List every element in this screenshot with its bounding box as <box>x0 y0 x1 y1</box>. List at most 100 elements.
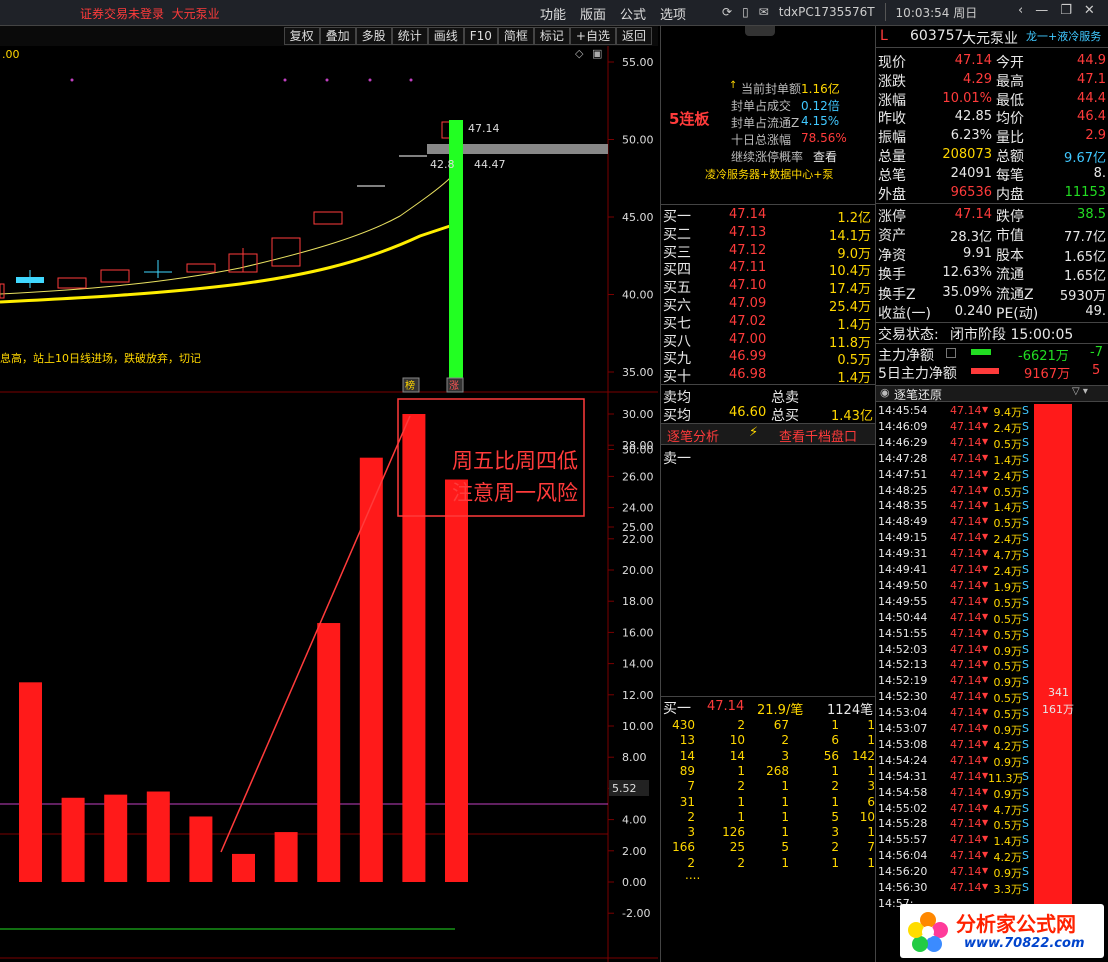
tick-side: S <box>1022 626 1029 640</box>
tick-price: 47.14 <box>950 404 982 417</box>
quote-label: 收益(一) <box>878 306 931 322</box>
restore-icon[interactable]: ❐ <box>1060 3 1072 18</box>
quote-value: 38.5 <box>1077 207 1106 222</box>
tick-time: 14:52:30 <box>878 690 928 704</box>
bid-price: 47.11 <box>729 260 767 276</box>
tick-volume: 0.5万 <box>993 596 1023 610</box>
candle <box>57 277 87 289</box>
tick-price: 47.14 <box>950 594 982 608</box>
quote-value: 0.240 <box>954 304 992 319</box>
stock-code: 603757 <box>910 28 964 44</box>
tick-time: 14:55:02 <box>878 801 928 815</box>
menu-item[interactable]: 版面 <box>580 4 606 23</box>
logo-text: 分析家公式网 <box>956 912 1076 936</box>
tick-volume: 2.4万 <box>993 469 1023 483</box>
bid-volume: 1.4万 <box>837 317 871 333</box>
queue-cell: 1 <box>831 855 839 870</box>
sell-total-label: 总卖 <box>771 390 799 406</box>
quote-label: 昨收 <box>878 111 906 128</box>
bid-price: 47.09 <box>729 296 767 311</box>
bid-volume: 14.1万 <box>829 228 871 244</box>
quote-value: 47.14 <box>954 207 992 222</box>
price-tick: 35.00 <box>622 366 654 379</box>
queue-cell: 7 <box>867 840 875 855</box>
tick-price: 47.14 <box>950 690 982 704</box>
back-icon[interactable]: ‹ <box>1018 3 1023 18</box>
tick-time: 14:54:24 <box>878 753 928 767</box>
collapse-icon[interactable]: ◉ <box>880 386 890 399</box>
tick-price: 47.14 <box>950 419 982 433</box>
close-icon[interactable]: ✕ <box>1084 3 1095 18</box>
quote-value: 11153 <box>1064 184 1106 200</box>
quote-label: 量比 <box>996 130 1024 147</box>
quote-label: 跌停 <box>996 209 1024 225</box>
tick-price: 47.14 <box>950 435 982 449</box>
tick-volume: 9.4万 <box>993 406 1023 419</box>
bid-volume: 9.0万 <box>837 246 871 262</box>
buy-avg-price: 46.60 <box>729 405 767 420</box>
mail-icon[interactable]: ✉ <box>759 5 769 19</box>
quote-value: 4.29 <box>963 71 992 87</box>
bid-price: 47.13 <box>729 224 767 240</box>
bid-volume: 1.2亿 <box>837 211 871 226</box>
seal-value[interactable]: 查看 <box>813 148 837 165</box>
tick-price: 47.14 <box>950 833 982 847</box>
quote-value: 47.14 <box>954 53 992 68</box>
quote-label: 市值 <box>996 228 1024 245</box>
quote-value: 5930万 <box>1059 288 1106 304</box>
queue-cell: 6 <box>831 733 839 748</box>
quote-value: 46.4 <box>1077 109 1106 125</box>
queue-cell: 67 <box>773 718 789 732</box>
tick-side: S <box>1022 833 1029 847</box>
tick-time: 14:55:28 <box>878 817 928 831</box>
tick-time: 14:45:54 <box>878 404 928 417</box>
filter-icon[interactable]: ▽ ▾ <box>1072 386 1088 397</box>
flow2-bar <box>971 368 999 374</box>
tab-tick-analysis[interactable]: 逐笔分析 <box>667 426 719 445</box>
volume-bar <box>61 797 85 882</box>
tick-time: 14:56:04 <box>878 849 928 863</box>
tick-side: S <box>1022 610 1029 624</box>
clock: 10:03:54 周日 <box>895 5 978 20</box>
tick-price: 47.14 <box>950 626 982 640</box>
volume-bar <box>19 682 42 882</box>
queue-cell: 1 <box>737 794 745 809</box>
menu-item[interactable]: 选项 <box>660 4 686 23</box>
seal-label: 十日总涨幅 <box>731 133 792 147</box>
menu-icon[interactable] <box>946 348 956 358</box>
queue-cell: 2 <box>737 779 745 794</box>
tick-volume: 0.5万 <box>993 708 1023 722</box>
lightning-icon[interactable]: ⚡ <box>749 425 758 440</box>
bid-price: 47.12 <box>729 242 767 258</box>
quote-value: 9.91 <box>963 245 992 261</box>
phone-icon[interactable]: ▯ <box>742 5 749 19</box>
annotation-line2: 注意周一风险 <box>452 481 578 505</box>
quote-value: 6.23% <box>950 128 992 144</box>
tick-side: S <box>1022 499 1029 513</box>
settings-icon[interactable]: ▣ <box>592 47 602 60</box>
diamond-icon[interactable]: ◇ <box>575 47 584 60</box>
kline-series: 47.14 42.8 44.47 息高，站上10日线进场，跌破放弃，切记 榜 涨 <box>0 78 608 393</box>
menu-item[interactable]: 公式 <box>620 4 646 23</box>
menu-item[interactable]: 功能 <box>540 4 566 23</box>
minimize-icon[interactable]: — <box>1035 3 1048 18</box>
tick-volume: 0.9万 <box>993 867 1023 881</box>
seal-label: 当前封单额 <box>741 82 802 96</box>
tick-side: S <box>1022 642 1029 656</box>
refresh-icon[interactable]: ⟳ <box>722 5 732 19</box>
tick-time: 14:52:19 <box>878 674 928 688</box>
tab-depth[interactable]: 查看千档盘口 <box>779 426 857 445</box>
sell-avg-label: 卖均 <box>663 390 691 406</box>
quote-value: 208073 <box>942 147 992 162</box>
tick-price: 47.14 <box>950 483 982 497</box>
kline-chart[interactable]: .00 ◇ ▣ 55.0050.0045.0040.0035.0030.0025… <box>0 26 658 962</box>
flow1-label: 主力净额 <box>878 348 934 364</box>
login-status[interactable]: 证券交易未登录 大元泵业 <box>80 5 220 22</box>
quote-value: 49. <box>1085 304 1106 319</box>
tag-zhang: 涨 <box>449 380 459 392</box>
collapse-tab[interactable] <box>745 26 775 36</box>
price-tick: 40.00 <box>622 289 654 302</box>
tick-side: S <box>1022 658 1029 672</box>
tick-time: 14:48:35 <box>878 499 928 513</box>
flow1-value: -6621万 <box>1018 349 1069 364</box>
